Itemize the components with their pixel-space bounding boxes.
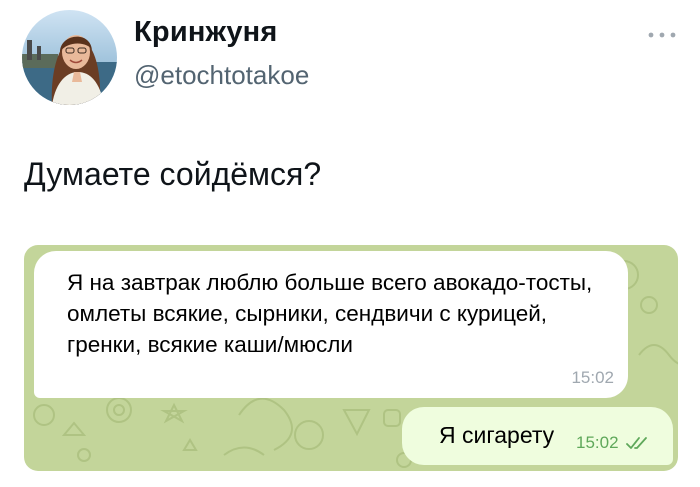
double-check-icon xyxy=(626,437,647,449)
incoming-message-time: 15:02 xyxy=(571,368,614,387)
user-handle[interactable]: @etochtotakoe xyxy=(134,60,309,91)
outgoing-message-text: Я сигарету xyxy=(439,422,555,448)
tweet-text: Думаете сойдёмся? xyxy=(24,156,322,192)
incoming-message-text: Я на завтрак люблю больше всего авокадо-… xyxy=(67,270,593,357)
more-horizontal-icon[interactable] xyxy=(645,28,679,42)
display-name[interactable]: Кринжуня xyxy=(134,16,278,49)
outgoing-message-time: 15:02 xyxy=(576,433,619,452)
avatar-photo xyxy=(22,10,117,105)
tweet-media-chat-screenshot[interactable]: Я на завтрак люблю больше всего авокадо-… xyxy=(24,245,678,471)
avatar[interactable] xyxy=(22,10,117,105)
tweet-card: Кринжуня @etochtotakoe Думаете сойдёмся? xyxy=(0,0,700,487)
outgoing-message-bubble[interactable]: Я сигарету 15:02 xyxy=(402,407,673,465)
incoming-message-bubble[interactable]: Я на завтрак люблю больше всего авокадо-… xyxy=(34,251,628,398)
